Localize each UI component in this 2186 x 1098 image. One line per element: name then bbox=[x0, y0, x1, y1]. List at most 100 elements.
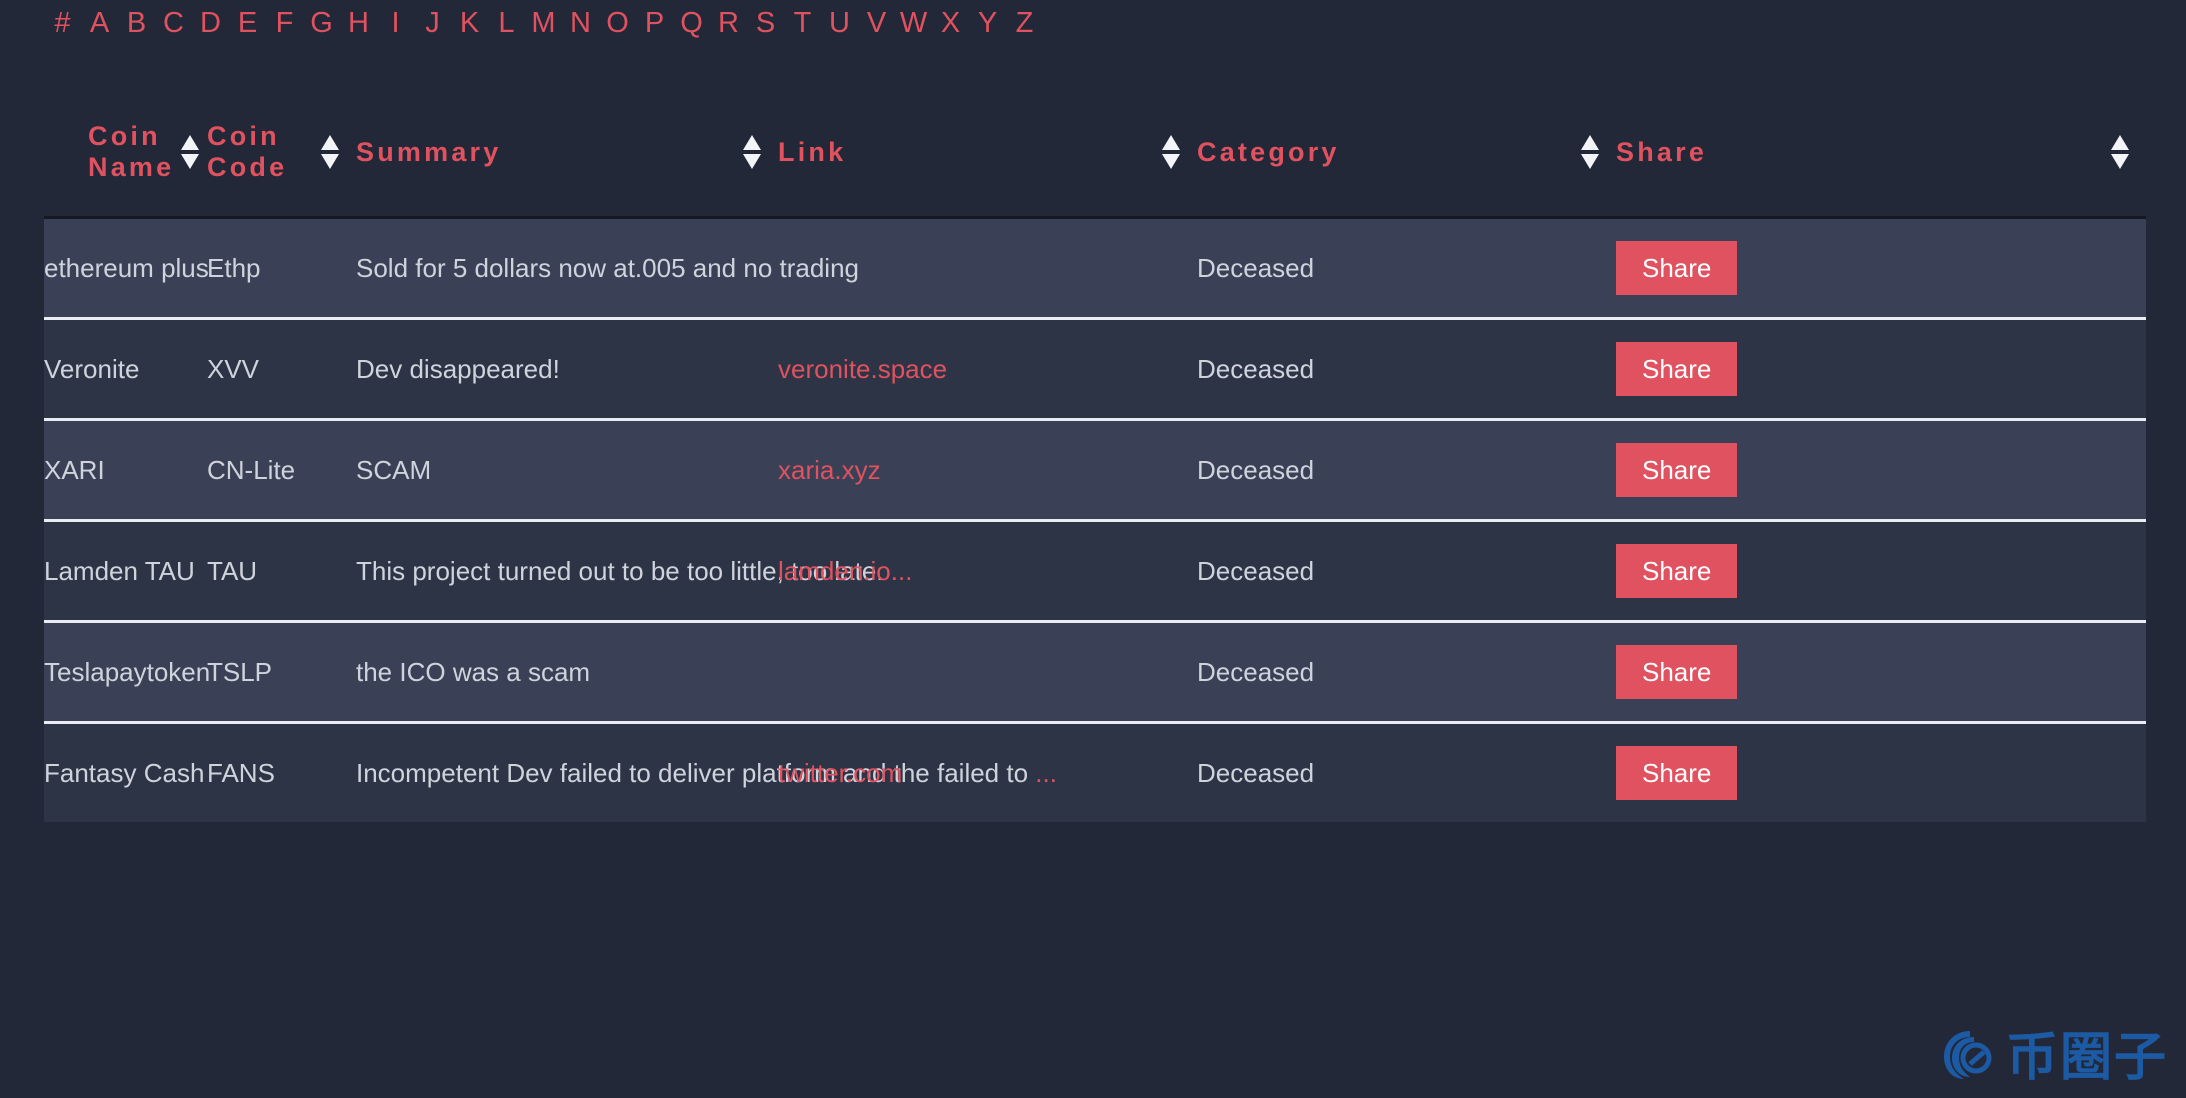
watermark-text: 币圈子 bbox=[2005, 1027, 2168, 1088]
cell-summary: SCAM bbox=[356, 418, 778, 521]
cell-category: Deceased bbox=[1197, 317, 1616, 420]
alphabet-link-v[interactable]: V bbox=[858, 8, 895, 38]
table-row: Teslapaytoken TSLP the ICO was a scam Decea… bbox=[44, 620, 2146, 723]
cell-coin-name: ethereum plus bbox=[44, 216, 209, 319]
cell-category: Deceased bbox=[1197, 721, 1616, 822]
alphabet-link-hash[interactable]: # bbox=[44, 8, 81, 38]
external-site-link[interactable]: lamden.io bbox=[778, 556, 891, 586]
cell-share: Share bbox=[1616, 519, 2146, 622]
alphabet-link-x[interactable]: X bbox=[932, 8, 969, 38]
alphabet-link-m[interactable]: M bbox=[525, 8, 562, 38]
share-button[interactable]: Share bbox=[1616, 645, 1738, 699]
column-header-label: Category bbox=[1197, 136, 1340, 167]
summary-text: Incompetent Dev failed to deliver platfo… bbox=[356, 758, 1029, 788]
column-header-coin-name[interactable]: Coin Name bbox=[44, 88, 207, 218]
cell-coin-code: TAU bbox=[207, 519, 356, 622]
alphabet-link-h[interactable]: H bbox=[340, 8, 377, 38]
coins-table: Coin Name Coin Code Summary Link Category Sha… bbox=[44, 88, 2146, 822]
summary-read-more-link[interactable]: ... bbox=[891, 556, 913, 586]
cell-share: Share bbox=[1616, 216, 2146, 319]
alphabet-link-l[interactable]: L bbox=[488, 8, 525, 38]
alphabet-link-r[interactable]: R bbox=[710, 8, 747, 38]
column-header-category[interactable]: Category bbox=[1197, 88, 1616, 218]
alphabet-link-e[interactable]: E bbox=[229, 8, 266, 38]
alphabet-link-t[interactable]: T bbox=[784, 8, 821, 38]
cell-share: Share bbox=[1616, 620, 2146, 723]
table-header: Coin Name Coin Code Summary Link Category Sha… bbox=[44, 88, 2146, 218]
table-row: Lamden TAU TAU This project turned out to … bbox=[44, 519, 2146, 622]
column-header-link[interactable]: Link bbox=[778, 88, 1197, 218]
share-button[interactable]: Share bbox=[1616, 544, 1738, 598]
sort-updown-icon[interactable] bbox=[180, 135, 200, 169]
cell-coin-code: XVV bbox=[207, 317, 356, 420]
spiral-logo-icon bbox=[1940, 1027, 1996, 1088]
share-button[interactable]: Share bbox=[1616, 241, 1738, 295]
cell-link: veronite.space bbox=[778, 317, 1197, 420]
external-site-link[interactable]: twitter.com bbox=[778, 758, 902, 788]
cell-summary: Sold for 5 dollars now at.005 and no tra… bbox=[356, 216, 859, 319]
column-header-label: Share bbox=[1616, 136, 1708, 167]
cell-summary: Incompetent Dev failed to deliver platfo… bbox=[356, 721, 1057, 822]
column-header-label: Link bbox=[778, 136, 847, 167]
alphabet-link-a[interactable]: A bbox=[81, 8, 118, 38]
cell-coin-name: Veronite bbox=[44, 317, 207, 420]
cell-category: Deceased bbox=[1197, 519, 1616, 622]
sort-updown-icon[interactable] bbox=[320, 135, 340, 169]
cell-link: lamden.io bbox=[778, 519, 1197, 622]
summary-read-more-link[interactable]: ... bbox=[1035, 758, 1057, 788]
sort-updown-icon[interactable] bbox=[2110, 135, 2130, 169]
column-header-summary[interactable]: Summary bbox=[356, 88, 778, 218]
alphabet-link-i[interactable]: I bbox=[377, 8, 414, 38]
column-header-coin-code[interactable]: Coin Code bbox=[207, 88, 356, 218]
external-site-link[interactable]: xaria.xyz bbox=[778, 455, 881, 485]
cell-coin-name: Lamden TAU bbox=[44, 519, 207, 622]
table-row: ethereum plus Ethp Sold for 5 dollars now … bbox=[44, 216, 2146, 319]
cell-summary: the ICO was a scam bbox=[356, 620, 778, 723]
coins-table-container: Coin Name Coin Code Summary Link Category Sha… bbox=[44, 88, 2146, 822]
alphabet-link-p[interactable]: P bbox=[636, 8, 673, 38]
summary-text: SCAM bbox=[356, 455, 432, 485]
alphabet-link-b[interactable]: B bbox=[118, 8, 155, 38]
alphabet-link-w[interactable]: W bbox=[895, 8, 932, 38]
alphabet-link-s[interactable]: S bbox=[747, 8, 784, 38]
alphabet-link-o[interactable]: O bbox=[599, 8, 636, 38]
external-site-link[interactable]: veronite.space bbox=[778, 354, 947, 384]
alphabet-link-q[interactable]: Q bbox=[673, 8, 710, 38]
sort-updown-icon[interactable] bbox=[1161, 135, 1181, 169]
cell-share: Share bbox=[1616, 317, 2146, 420]
cell-summary: Dev disappeared! bbox=[356, 317, 778, 420]
summary-text: Dev disappeared! bbox=[356, 354, 560, 384]
cell-coin-name: Fantasy Cash bbox=[44, 721, 207, 822]
cell-category: Deceased bbox=[1197, 620, 1616, 723]
sort-updown-icon[interactable] bbox=[1580, 135, 1600, 169]
share-button[interactable]: Share bbox=[1616, 342, 1738, 396]
share-button[interactable]: Share bbox=[1616, 443, 1738, 497]
cell-coin-code: Ethp bbox=[207, 216, 356, 319]
alphabet-link-g[interactable]: G bbox=[303, 8, 340, 38]
alphabet-link-y[interactable]: Y bbox=[969, 8, 1006, 38]
cell-coin-code: FANS bbox=[207, 721, 356, 822]
table-body: ethereum plus Ethp Sold for 5 dollars now … bbox=[44, 216, 2146, 822]
alphabet-link-j[interactable]: J bbox=[414, 8, 451, 38]
alphabet-link-z[interactable]: Z bbox=[1006, 8, 1043, 38]
summary-text: the ICO was a scam bbox=[356, 657, 591, 687]
column-header-share[interactable]: Share bbox=[1616, 88, 2146, 218]
table-row: XARI CN-Lite SCAM xaria.xyz Deceased Share bbox=[44, 418, 2146, 521]
alphabet-link-d[interactable]: D bbox=[192, 8, 229, 38]
alphabet-link-n[interactable]: N bbox=[562, 8, 599, 38]
cell-share: Share bbox=[1616, 418, 2146, 521]
alphabet-link-f[interactable]: F bbox=[266, 8, 303, 38]
watermark: 币圈子 bbox=[1940, 1027, 2168, 1088]
column-header-label: Summary bbox=[356, 136, 502, 167]
share-button[interactable]: Share bbox=[1616, 746, 1738, 800]
sort-updown-icon[interactable] bbox=[742, 135, 762, 169]
table-header-row: Coin Name Coin Code Summary Link Category Sha… bbox=[44, 88, 2146, 218]
alphabet-link-u[interactable]: U bbox=[821, 8, 858, 38]
summary-text: Sold for 5 dollars now at.005 and no tra… bbox=[356, 253, 860, 283]
cell-share: Share bbox=[1616, 721, 2146, 822]
column-header-label: Coin Name bbox=[88, 121, 175, 182]
alphabet-link-k[interactable]: K bbox=[451, 8, 488, 38]
table-row: Veronite XVV Dev disappeared! veronite.spac… bbox=[44, 317, 2146, 420]
alphabet-link-c[interactable]: C bbox=[155, 8, 192, 38]
cell-link bbox=[778, 620, 1197, 723]
